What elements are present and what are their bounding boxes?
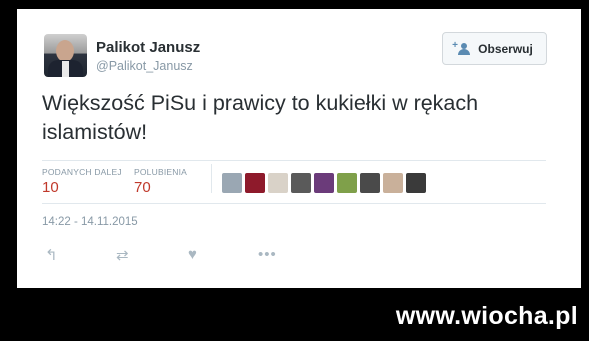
tweet-timestamp[interactable]: 14:22 - 14.11.2015 xyxy=(42,216,138,228)
retweets-count[interactable]: 10 xyxy=(42,179,59,196)
liker-avatar[interactable] xyxy=(245,173,265,193)
tweet-card: Palikot Janusz @Palikot_Janusz + Obserwu… xyxy=(17,9,581,288)
author-handle[interactable]: @Palikot_Janusz xyxy=(96,59,193,73)
avatar-shirt xyxy=(62,61,69,77)
watermark: www.wiocha.pl xyxy=(395,302,578,330)
more-icon[interactable]: ••• xyxy=(258,246,277,263)
avatar[interactable] xyxy=(44,34,87,77)
liker-avatar[interactable] xyxy=(314,173,334,193)
liker-avatar[interactable] xyxy=(291,173,311,193)
liker-avatar[interactable] xyxy=(406,173,426,193)
heart-icon[interactable]: ♥ xyxy=(188,246,197,263)
avatar-face xyxy=(56,40,74,62)
retweets-label: PODANYCH DALEJ xyxy=(42,167,122,177)
liker-avatar[interactable] xyxy=(360,173,380,193)
liker-avatar[interactable] xyxy=(222,173,242,193)
divider xyxy=(42,160,546,161)
likers-avatars xyxy=(222,173,426,193)
follow-button-label: Obserwuj xyxy=(478,41,533,56)
divider xyxy=(42,203,546,204)
reply-icon[interactable]: ↰ xyxy=(45,246,58,264)
liker-avatar[interactable] xyxy=(337,173,357,193)
retweet-icon[interactable]: ⇄ xyxy=(116,246,129,264)
liker-avatar[interactable] xyxy=(383,173,403,193)
add-user-icon: + xyxy=(452,40,472,55)
likes-count[interactable]: 70 xyxy=(134,179,151,196)
liker-avatar[interactable] xyxy=(268,173,288,193)
tweet-text: Większość PiSu i prawicy to kukiełki w r… xyxy=(42,91,479,144)
follow-button[interactable]: + Obserwuj xyxy=(442,32,547,65)
author-name[interactable]: Palikot Janusz xyxy=(96,39,200,56)
likes-label: POLUBIENIA xyxy=(134,167,188,177)
stats-separator xyxy=(211,164,212,193)
